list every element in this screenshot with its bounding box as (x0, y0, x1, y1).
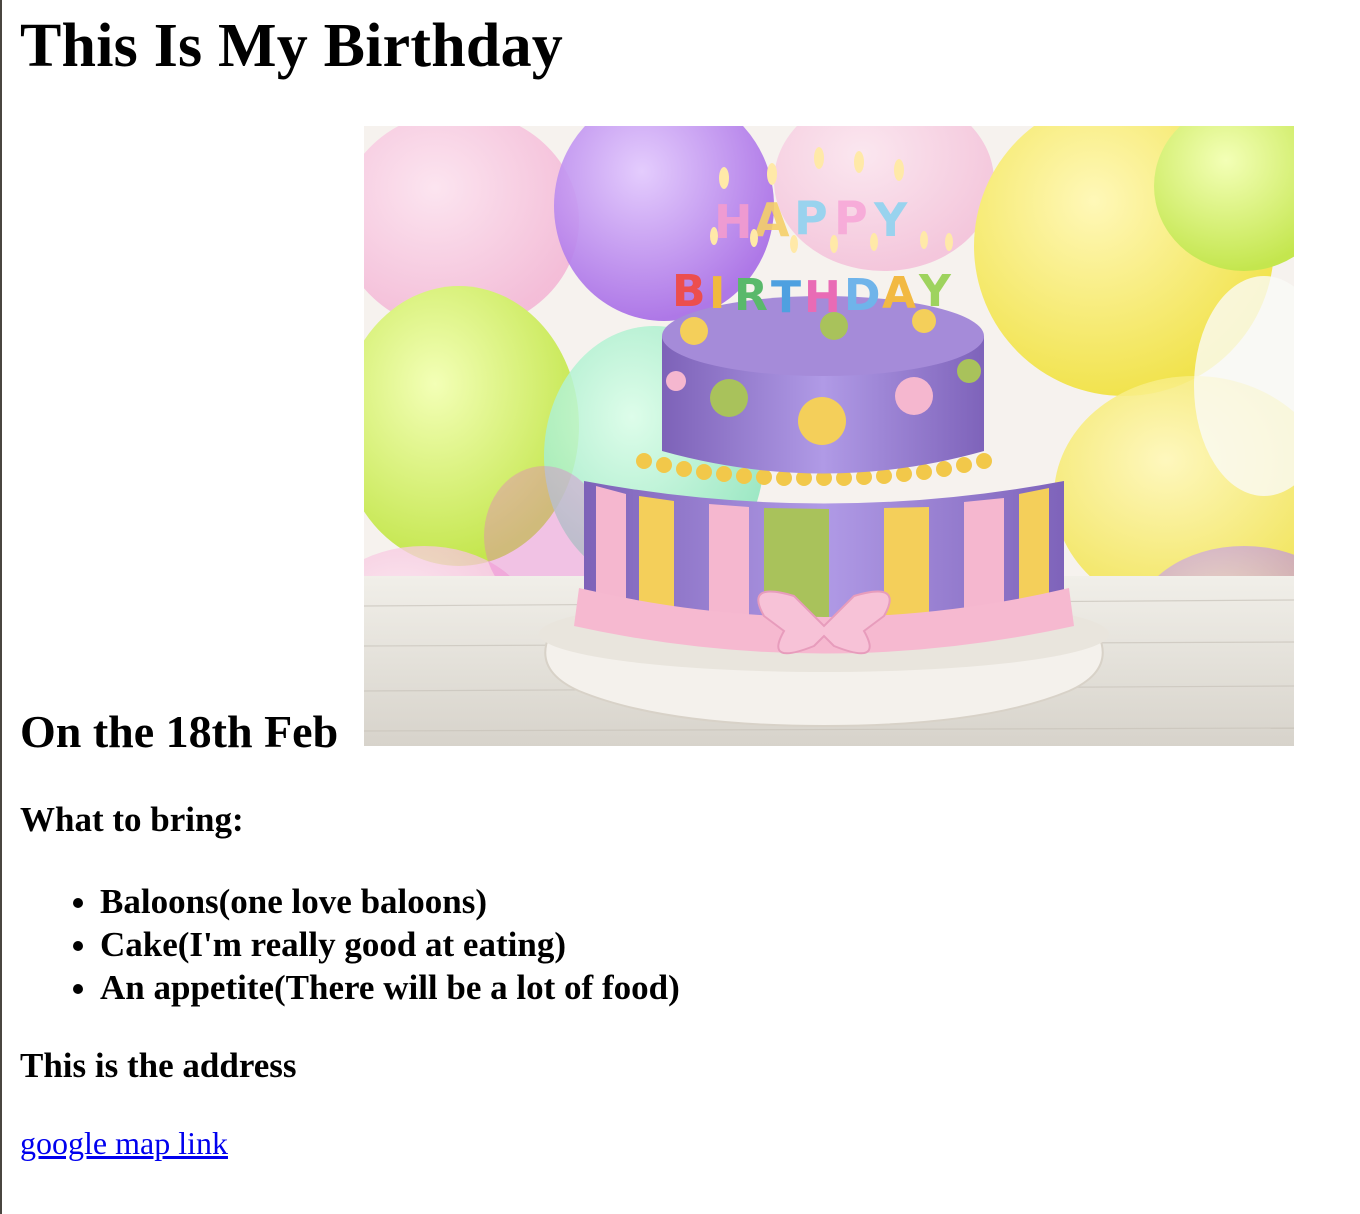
candle-letter: A (754, 193, 790, 247)
candle-letter: H (714, 195, 753, 249)
list-item: Baloons(one love baloons) (100, 880, 680, 923)
candle-letter: D (844, 270, 881, 321)
candle-letter: R (734, 270, 768, 321)
candle-letter: H (804, 272, 841, 323)
candle-letter: T (771, 272, 801, 323)
bring-list: Baloons(one love baloons) Cake(I'm reall… (20, 880, 680, 1009)
google-map-link[interactable]: google map link (20, 1124, 228, 1162)
candle-letter: P (834, 191, 868, 245)
list-item: Cake(I'm really good at eating) (100, 923, 680, 966)
date-row: On the 18th Feb H A P P Y B I R T H D A … (20, 126, 1320, 757)
candle-letter: Y (918, 266, 952, 317)
page: This Is My Birthday On the 18th Feb H A … (20, 0, 1360, 1214)
candle-letter: A (882, 268, 916, 319)
address-heading: This is the address (20, 1046, 297, 1085)
what-to-bring-heading: What to bring: (20, 800, 244, 839)
page-title: This Is My Birthday (20, 12, 563, 80)
candle-letter: I (709, 268, 725, 319)
list-item: An appetite(There will be a lot of food) (100, 966, 680, 1009)
date-heading: On the 18th Feb (20, 706, 339, 757)
candle-letter: B (672, 266, 706, 317)
candle-letter: Y (873, 193, 908, 247)
cake-illustration: H A P P Y B I R T H D A Y (364, 126, 1294, 746)
candle-letter: P (794, 191, 828, 245)
birthday-cake-image: H A P P Y B I R T H D A Y (364, 126, 1294, 746)
